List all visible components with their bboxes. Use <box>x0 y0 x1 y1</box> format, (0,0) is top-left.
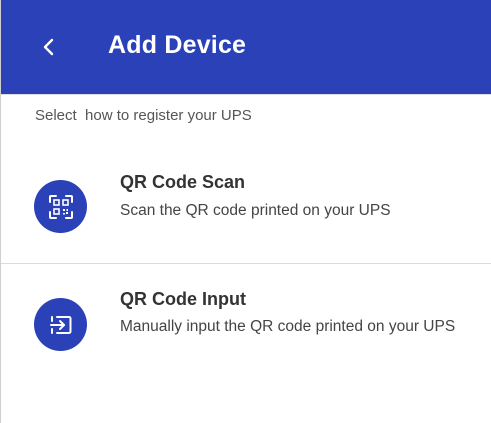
header-divider <box>1 94 491 95</box>
page-title: Add Device <box>108 31 247 59</box>
app-screen: Add Device Select how to register your U… <box>0 0 491 423</box>
qr-code-scan-option[interactable]: QR Code Scan Scan the QR code printed on… <box>1 150 491 263</box>
option-description: Manually input the QR code printed on yo… <box>120 318 456 335</box>
option-description: Scan the QR code printed on your UPS <box>120 202 391 219</box>
app-header: Add Device <box>1 0 491 95</box>
option-title: QR Code Scan <box>120 172 246 192</box>
qr-code-input-option[interactable]: QR Code Input Manually input the QR code… <box>1 264 491 404</box>
option-title: QR Code Input <box>120 289 246 309</box>
back-button[interactable] <box>31 29 67 65</box>
input-entry-icon-badge <box>34 298 87 351</box>
qr-scan-icon <box>48 194 73 219</box>
input-entry-icon <box>49 315 71 334</box>
chevron-left-icon <box>43 38 54 56</box>
instruction-text: Select how to register your UPS <box>35 107 252 124</box>
qr-scan-icon-badge <box>34 180 87 233</box>
